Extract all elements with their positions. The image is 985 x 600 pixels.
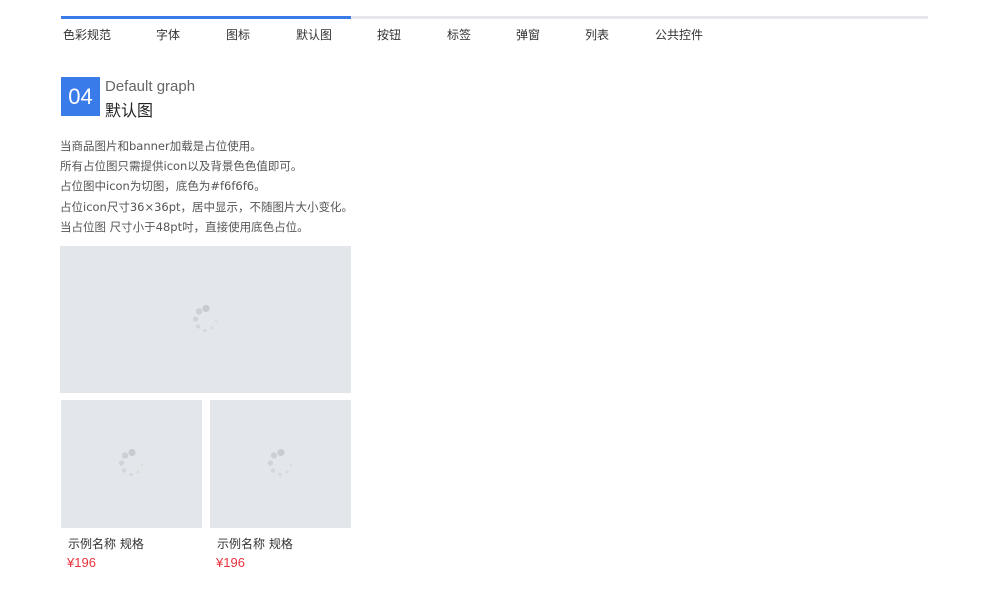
section-number-badge: 04 (61, 77, 100, 116)
product-price: ¥196 (216, 555, 245, 570)
nav-item-icons[interactable]: 图标 (226, 26, 250, 43)
product-name: 示例名称 规格 (68, 537, 144, 551)
product-image-placeholder (210, 400, 351, 528)
description-line: 占位图中icon为切图，底色为#f6f6f6。 (60, 179, 266, 194)
description-line: 当商品图片和banner加载是占位使用。 (60, 139, 262, 153)
nav-item-common-controls[interactable]: 公共控件 (655, 26, 703, 43)
loading-spinner-icon (192, 304, 217, 332)
top-nav: 色彩规范 字体 图标 默认图 按钮 标签 弹窗 列表 公共控件 (61, 16, 928, 46)
banner-placeholder (60, 246, 351, 393)
loading-spinner-icon (267, 448, 292, 477)
product-price: ¥196 (67, 555, 96, 570)
product-image-placeholder (61, 400, 202, 528)
nav-active-indicator (61, 16, 351, 19)
description-line: 占位icon尺寸36×36pt，居中显示，不随图片大小变化。 (60, 199, 354, 214)
nav-item-font[interactable]: 字体 (156, 26, 180, 43)
nav-item-lists[interactable]: 列表 (585, 26, 609, 43)
section-title-cn: 默认图 (105, 101, 154, 120)
loading-spinner-icon (118, 448, 143, 477)
section-title-en: Default graph (105, 78, 196, 95)
nav-item-color[interactable]: 色彩规范 (63, 26, 111, 43)
section-description: 当商品图片和banner加载是占位使用。 所有占位图只需提供icon以及背景色色… (60, 136, 460, 237)
description-line: 所有占位图只需提供icon以及背景色色值即可。 (60, 159, 303, 174)
nav-item-tags[interactable]: 标签 (447, 26, 471, 43)
product-name: 示例名称 规格 (217, 537, 293, 551)
nav-item-default-graph[interactable]: 默认图 (296, 26, 332, 43)
nav-item-buttons[interactable]: 按钮 (377, 26, 401, 43)
description-line: 当占位图 尺寸小于48pt吋，直接使用底色占位。 (60, 219, 309, 234)
nav-item-popups[interactable]: 弹窗 (516, 26, 540, 43)
